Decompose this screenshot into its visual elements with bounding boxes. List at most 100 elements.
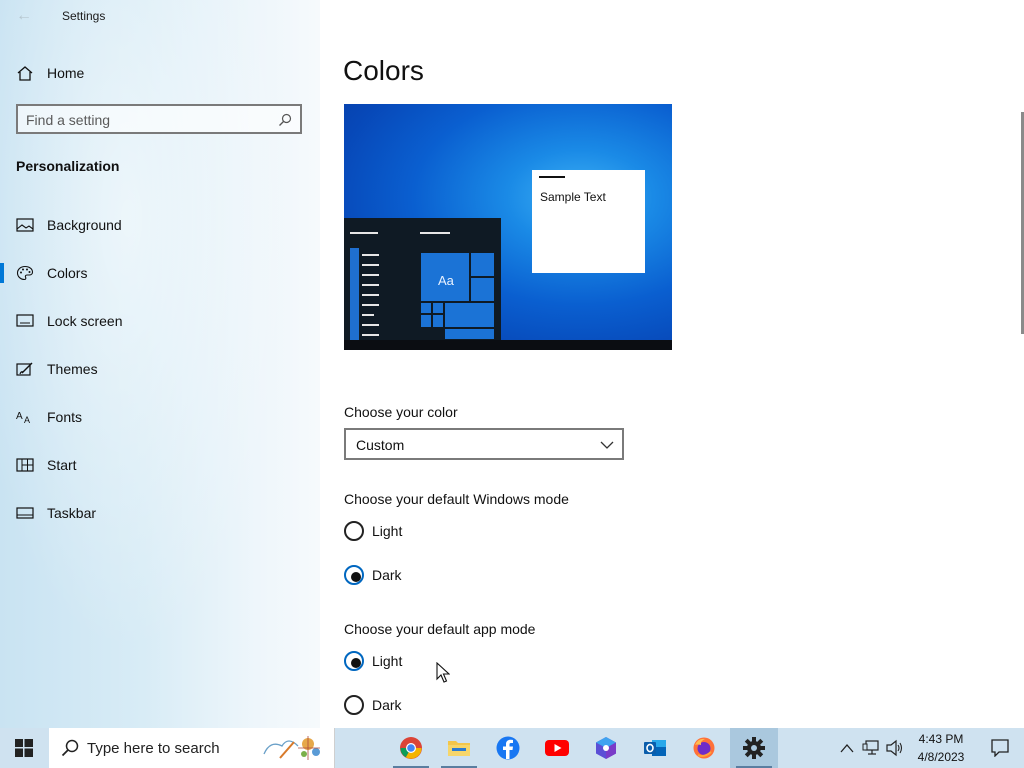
sidebar-item-taskbar[interactable]: Taskbar xyxy=(0,493,320,533)
taskbar-outlook[interactable] xyxy=(631,728,679,768)
search-icon xyxy=(61,739,79,757)
sidebar-item-label: Lock screen xyxy=(47,313,123,329)
search-icon[interactable] xyxy=(278,113,292,127)
image-icon xyxy=(16,218,34,232)
preview-line xyxy=(362,264,379,266)
show-hidden-icons-chevron-icon[interactable] xyxy=(840,728,854,768)
taskbar-facebook[interactable] xyxy=(484,728,532,768)
network-icon[interactable] xyxy=(862,728,880,768)
sidebar-item-label: Fonts xyxy=(47,409,83,425)
radio-label: Dark xyxy=(372,697,402,713)
radio-selected-dot xyxy=(351,572,361,582)
sidebar-item-colors[interactable]: Colors xyxy=(0,253,320,293)
windows-mode-light-radio[interactable]: Light xyxy=(344,519,484,543)
taskbar-firefox[interactable] xyxy=(680,728,728,768)
sidebar-item-background[interactable]: Background xyxy=(0,205,320,245)
taskbar-file-explorer[interactable] xyxy=(435,728,483,768)
app-title: Settings xyxy=(62,9,106,23)
system-clock[interactable]: 4:43 PM 4/8/2023 xyxy=(912,730,970,766)
selected-indicator xyxy=(0,263,4,283)
main-content: Colors Aa Sample Text Choose your color … xyxy=(320,0,1024,728)
choose-color-dropdown[interactable]: Custom xyxy=(344,428,624,460)
preview-tile-text: Aa xyxy=(438,273,454,288)
preview-tile xyxy=(444,302,495,328)
chevron-down-icon xyxy=(600,441,614,449)
app-mode-label: Choose your default app mode xyxy=(344,621,536,637)
choose-color-value: Custom xyxy=(356,437,405,453)
section-title-personalization: Personalization xyxy=(16,158,120,174)
taskbar: 4:43 PM 4/8/2023 xyxy=(0,728,1024,768)
find-setting-search[interactable] xyxy=(16,104,302,134)
radio-label: Dark xyxy=(372,567,402,583)
palette-icon xyxy=(16,265,34,281)
action-center-button[interactable] xyxy=(976,728,1024,768)
preview-tiles: Aa xyxy=(420,252,495,340)
preview-line xyxy=(420,232,450,234)
preview-line xyxy=(362,274,379,276)
radio-circle[interactable] xyxy=(344,521,364,541)
sidebar-item-start[interactable]: Start xyxy=(0,445,320,485)
radio-circle[interactable] xyxy=(344,651,364,671)
back-button[interactable]: ← xyxy=(10,4,38,28)
volume-icon[interactable] xyxy=(886,728,904,768)
sidebar-item-label: Start xyxy=(47,457,77,473)
taskbar-search-box[interactable] xyxy=(49,728,335,768)
preview-tile xyxy=(420,314,432,328)
sidebar-item-label: Background xyxy=(47,217,122,233)
lock-screen-icon xyxy=(16,314,34,327)
preview-line xyxy=(350,232,378,234)
svg-text:A: A xyxy=(24,415,30,425)
nav-home[interactable]: Home xyxy=(0,53,320,93)
outlook-icon xyxy=(644,740,666,756)
radio-label: Light xyxy=(372,523,403,539)
nav-home-label: Home xyxy=(47,65,85,81)
color-preview: Aa Sample Text xyxy=(344,104,672,350)
preview-line xyxy=(362,294,379,296)
taskbar-search-input[interactable] xyxy=(87,739,267,757)
title-bar: ← Settings xyxy=(0,0,320,32)
preview-tile xyxy=(432,314,444,328)
find-setting-input[interactable] xyxy=(26,111,266,129)
radio-circle[interactable] xyxy=(344,695,364,715)
app-mode-dark-radio[interactable]: Dark xyxy=(344,693,484,717)
windows-logo-icon xyxy=(15,739,33,757)
preview-line xyxy=(362,284,379,286)
youtube-icon xyxy=(545,740,569,756)
sidebar-item-label: Taskbar xyxy=(47,505,97,521)
facebook-icon xyxy=(496,736,520,760)
sidebar-item-label: Colors xyxy=(47,265,88,281)
notification-icon xyxy=(991,739,1009,757)
sidebar-item-lock-screen[interactable]: Lock screen xyxy=(0,301,320,341)
sidebar-item-fonts[interactable]: A A Fonts xyxy=(0,397,320,437)
search-highlight-doodle-icon xyxy=(263,736,320,760)
preview-taskbar xyxy=(344,340,672,350)
taskbar-chrome[interactable] xyxy=(387,728,435,768)
preview-title-bar xyxy=(539,176,565,178)
preview-sample-window: Sample Text xyxy=(532,170,645,273)
preview-tile: Aa xyxy=(420,252,470,302)
windows-mode-dark-radio[interactable]: Dark xyxy=(344,563,484,587)
choose-color-label: Choose your color xyxy=(344,404,458,420)
sidebar-item-label: Themes xyxy=(47,361,98,377)
radio-circle[interactable] xyxy=(344,565,364,585)
preview-line xyxy=(362,304,379,306)
preview-line xyxy=(362,254,379,256)
start-button[interactable] xyxy=(0,728,48,768)
svg-text:A: A xyxy=(16,411,23,422)
firefox-icon xyxy=(693,737,715,759)
app-mode-light-radio[interactable]: Light xyxy=(344,649,484,673)
taskbar-youtube[interactable] xyxy=(533,728,581,768)
home-icon xyxy=(17,66,33,81)
clock-date: 4/8/2023 xyxy=(917,750,965,764)
settings-sidebar: ← Settings Home Personalization Backgrou… xyxy=(0,0,320,728)
preview-start-menu: Aa xyxy=(344,218,501,340)
preview-tile xyxy=(470,252,495,277)
taskbar-settings[interactable] xyxy=(730,728,778,768)
themes-brush-icon xyxy=(16,362,33,376)
taskbar-app-cube[interactable] xyxy=(582,728,630,768)
preview-tile xyxy=(432,302,444,314)
app-cube-icon xyxy=(596,737,616,759)
page-title: Colors xyxy=(343,55,424,86)
sidebar-item-themes[interactable]: Themes xyxy=(0,349,320,389)
radio-selected-dot xyxy=(351,658,361,668)
